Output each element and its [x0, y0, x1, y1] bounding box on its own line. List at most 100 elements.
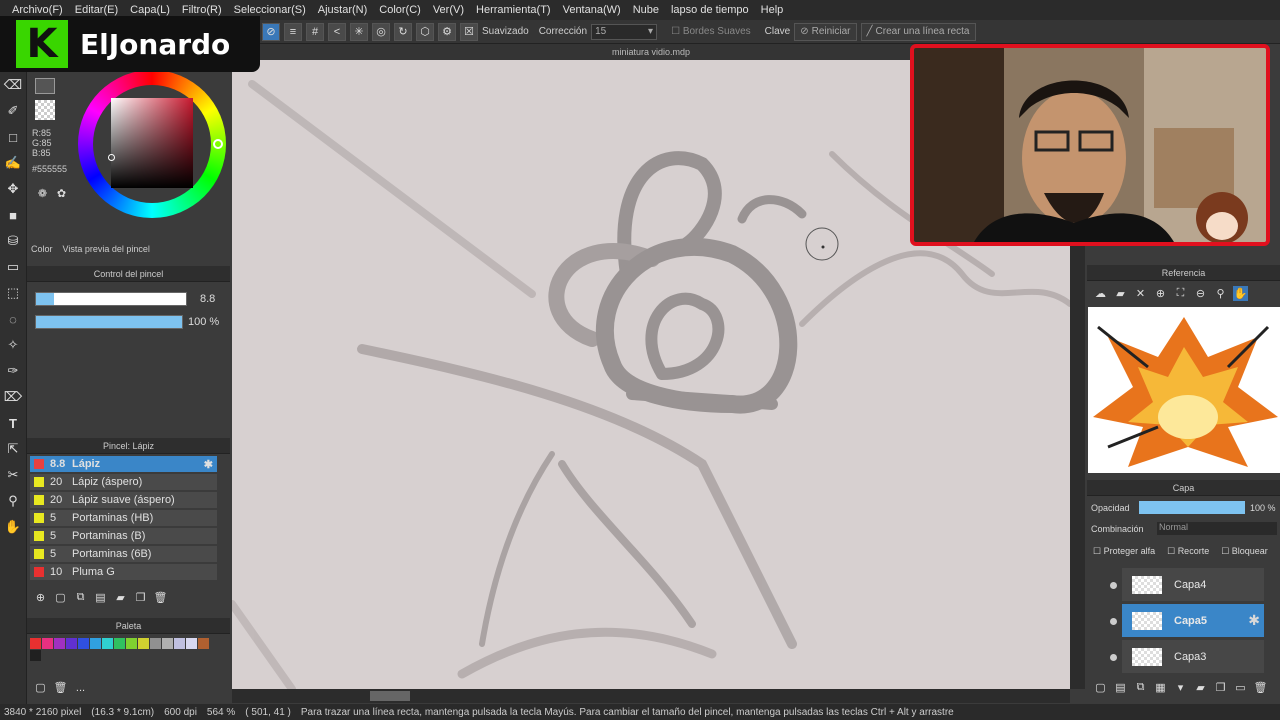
palette-swatch[interactable] [174, 638, 185, 649]
correction-select[interactable]: 15 ▾ [591, 23, 658, 40]
zoom-in-icon[interactable]: ⊕ [1153, 286, 1168, 301]
clip-checkbox[interactable]: ☐ Recorte [1167, 546, 1209, 557]
rectangle-icon[interactable]: □ [2, 126, 24, 148]
bucket-icon[interactable]: ⛁ [2, 230, 24, 252]
soft-edges-checkbox[interactable]: ☐ Bordes Suaves [671, 26, 751, 37]
horizontal-scrollbar[interactable] [232, 689, 1070, 703]
menu-item[interactable]: Ventana(W) [557, 4, 627, 16]
palette-icon[interactable]: ❁ [35, 186, 50, 201]
trash-icon[interactable]: 🗑 [153, 590, 168, 605]
layer-opacity-slider[interactable] [1139, 501, 1245, 514]
gear-icon[interactable]: ⚙ [438, 22, 456, 41]
menu-item[interactable]: Nube [627, 4, 665, 16]
copy-layer-icon[interactable]: ⧉ [1133, 680, 1148, 695]
palette-swatch[interactable] [30, 638, 41, 649]
layer-row[interactable]: Capa5 ✱ [1122, 604, 1264, 638]
menu-item[interactable]: Seleccionar(S) [228, 4, 312, 16]
eye-icon[interactable] [1110, 654, 1117, 661]
brush-add-icon[interactable]: ⊕ [33, 590, 48, 605]
brush-item[interactable]: 8.8 Lápiz ✱ [30, 456, 217, 473]
menu-item[interactable]: Herramienta(T) [470, 4, 557, 16]
menu-item[interactable]: Capa(L) [124, 4, 176, 16]
zoom-out-icon[interactable]: ⊖ [1193, 286, 1208, 301]
hand-ref-icon[interactable]: ✋ [1233, 285, 1248, 301]
move-icon[interactable]: ✥ [2, 178, 24, 200]
operation-icon[interactable]: ⇱ [2, 438, 24, 460]
palette-swatch[interactable] [150, 638, 161, 649]
palette-swatch[interactable] [186, 638, 197, 649]
stroke-mode-icon[interactable]: ⊘ [262, 22, 280, 41]
radial-icon[interactable]: ✳ [350, 22, 368, 41]
palette-swatch[interactable] [162, 638, 173, 649]
color-picker-cursor[interactable] [108, 154, 115, 161]
lock-checkbox[interactable]: ☐ Bloquear [1221, 546, 1268, 557]
layer-row[interactable]: Capa4 [1122, 568, 1264, 602]
palette-trash-icon[interactable]: 🗑 [53, 680, 68, 695]
layer-more-icon[interactable]: ▾ [1173, 680, 1188, 695]
folder-icon[interactable]: ▰ [113, 590, 128, 605]
select-rect-icon[interactable]: ⬚ [2, 282, 24, 304]
copy-brush-icon[interactable]: ⧉ [73, 590, 88, 605]
palette-swatch[interactable] [54, 638, 65, 649]
tab-brush-preview[interactable]: Vista previa del pincel [63, 244, 150, 260]
palette-swatch[interactable] [126, 638, 137, 649]
eyedropper-ref-icon[interactable]: ⚲ [1213, 286, 1228, 301]
cloud-icon[interactable]: ☁ [1093, 286, 1108, 301]
brush-item[interactable]: 5 Portaminas (B) [30, 528, 217, 545]
hue-picker-cursor[interactable] [213, 139, 223, 149]
select-pen-icon[interactable]: ✑ [2, 360, 24, 382]
saturation-value-box[interactable] [111, 98, 193, 188]
eye-icon[interactable] [1110, 582, 1117, 589]
main-color-swatch[interactable] [35, 78, 55, 94]
palette-swatch[interactable] [198, 638, 209, 649]
perspective-icon[interactable]: < [328, 22, 346, 41]
menu-item[interactable]: Filtro(R) [176, 4, 228, 16]
brush-item[interactable]: 5 Portaminas (6B) [30, 546, 217, 563]
palette-swatch[interactable] [42, 638, 53, 649]
reset-button[interactable]: ⊘ Reiniciar [794, 22, 857, 41]
eyedropper-icon[interactable]: ⚲ [2, 490, 24, 512]
brush-item[interactable]: 10 Pluma G [30, 564, 217, 581]
menu-item[interactable]: Help [755, 4, 790, 16]
eraser-icon[interactable]: ⌫ [2, 74, 24, 96]
palette-new-icon[interactable]: ▢ [33, 680, 48, 695]
brush-size-slider[interactable] [35, 292, 187, 306]
eye-icon[interactable] [1110, 618, 1117, 625]
palette-more[interactable]: ... [73, 680, 88, 695]
brush-opacity-slider[interactable] [35, 315, 183, 329]
menu-item[interactable]: lapso de tiempo [665, 4, 755, 16]
brush-item[interactable]: 20 Lápiz (áspero) [30, 474, 217, 491]
text-icon[interactable]: T [2, 412, 24, 434]
menu-item[interactable]: Archivo(F) [6, 4, 69, 16]
brush-item[interactable]: 20 Lápiz suave (áspero) [30, 492, 217, 509]
duplicate-icon[interactable]: ❐ [133, 590, 148, 605]
blend-select[interactable]: Normal [1157, 522, 1277, 535]
scroll-thumb[interactable] [370, 691, 410, 701]
new-layer-2-icon[interactable]: ▤ [1113, 680, 1128, 695]
curve-icon[interactable]: ↻ [394, 22, 412, 41]
layer-settings-icon[interactable]: ▦ [1153, 680, 1168, 695]
layer-folder-icon[interactable]: ▰ [1193, 680, 1208, 695]
palette-swatch[interactable] [90, 638, 101, 649]
palette-swatch[interactable] [66, 638, 77, 649]
tab-color[interactable]: Color [31, 244, 53, 260]
soft-eraser-icon[interactable]: ✐ [2, 100, 24, 122]
layer-settings-gear-icon[interactable]: ✱ [1248, 612, 1260, 629]
palette-swatch[interactable] [30, 650, 41, 661]
hatch-icon[interactable]: ≡ [284, 22, 302, 41]
concentric-icon[interactable]: ◎ [372, 22, 390, 41]
select-eraser-icon[interactable]: ⌦ [2, 386, 24, 408]
new-layer-icon[interactable]: ▢ [1093, 680, 1108, 695]
settings-brush-icon[interactable]: ▤ [93, 590, 108, 605]
menu-item[interactable]: Editar(E) [69, 4, 124, 16]
palette-swatch[interactable] [78, 638, 89, 649]
clear-icon[interactable]: ▭ [1233, 680, 1248, 695]
layer-row[interactable]: Capa3 [1122, 640, 1264, 674]
menu-item[interactable]: Ver(V) [427, 4, 470, 16]
straight-line-button[interactable]: ╱ Crear una línea recta [860, 22, 976, 41]
grid-icon[interactable]: # [306, 22, 324, 41]
protect-alpha-checkbox[interactable]: ☐ Proteger alfa [1093, 546, 1155, 557]
magic-wand-icon[interactable]: ✧ [2, 334, 24, 356]
palette-swatch[interactable] [138, 638, 149, 649]
close-icon[interactable]: ✕ [1133, 286, 1148, 301]
